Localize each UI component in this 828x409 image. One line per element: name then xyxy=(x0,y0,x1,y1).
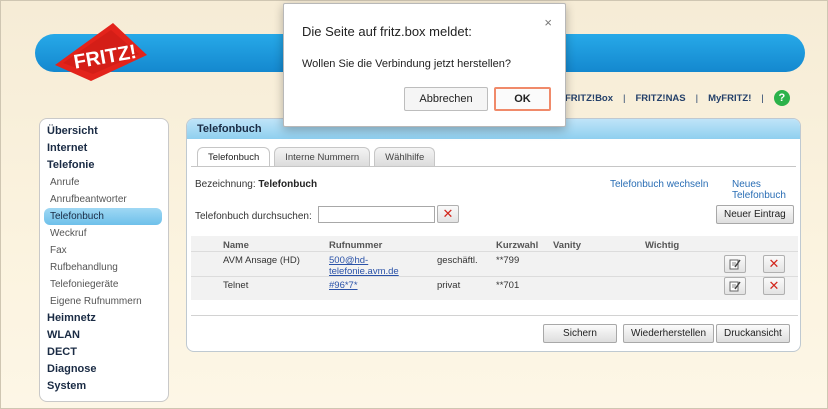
sidebar-item-diagnose[interactable]: Diagnose xyxy=(40,361,168,378)
phonebook-panel: Telefonbuch Telefonbuch Interne Nummern … xyxy=(186,118,801,352)
switch-phonebook-link[interactable]: Telefonbuch wechseln xyxy=(610,179,708,190)
delete-icon: ✕ xyxy=(768,278,780,293)
sidebar-item-telefonbuch[interactable]: Telefonbuch xyxy=(44,208,162,225)
row2-number[interactable]: #96*7* xyxy=(329,280,358,291)
row2-name: Telnet xyxy=(223,280,249,291)
sidebar-item-eigene-rufnummern[interactable]: Eigene Rufnummern xyxy=(40,293,168,310)
tab-telefonbuch[interactable]: Telefonbuch xyxy=(197,147,271,166)
help-icon[interactable]: ? xyxy=(773,90,790,106)
cancel-button[interactable]: Abbrechen xyxy=(404,87,488,111)
row1-kurzwahl: **799 xyxy=(496,255,520,266)
tab-interne-nummern[interactable]: Interne Nummern xyxy=(274,147,371,166)
sidebar-item-telefonie[interactable]: Telefonie xyxy=(40,157,168,174)
row1-edit-button[interactable] xyxy=(724,255,746,273)
sidebar-item-weckruf[interactable]: Weckruf xyxy=(40,225,168,242)
delete-icon: ✕ xyxy=(768,256,780,271)
nav-myfritz-link[interactable]: MyFRITZ! xyxy=(708,93,751,104)
row1-type: geschäftl. xyxy=(437,255,478,266)
edit-icon xyxy=(729,259,741,270)
bezeichnung-label: Bezeichnung: xyxy=(195,179,256,190)
top-navigation: FRITZ!Box | FRITZ!NAS | MyFRITZ! | ? xyxy=(565,90,790,106)
confirm-dialog: Die Seite auf fritz.box meldet: × Wollen… xyxy=(283,3,566,127)
table-header-divider xyxy=(191,251,798,252)
edit-icon xyxy=(729,281,741,292)
row1-name: AVM Ansage (HD) xyxy=(223,255,300,266)
table-row-divider xyxy=(191,276,798,277)
fritz-logo: FRITZ! xyxy=(55,23,147,81)
ok-button[interactable]: OK xyxy=(494,87,551,111)
sidebar-item-fax[interactable]: Fax xyxy=(40,242,168,259)
sidebar-item-wlan[interactable]: WLAN xyxy=(40,327,168,344)
nav-separator: | xyxy=(761,92,764,104)
row1-number-line1[interactable]: 500@hd- xyxy=(329,255,368,266)
sidebar-item-dect[interactable]: DECT xyxy=(40,344,168,361)
new-phonebook-link[interactable]: Neues Telefonbuch xyxy=(732,179,800,201)
sidebar-item-system[interactable]: System xyxy=(40,378,168,395)
bezeichnung-value: Telefonbuch xyxy=(258,179,318,190)
tab-bar: Telefonbuch Interne Nummern Wählhilfe xyxy=(197,147,436,166)
dialog-message: Wollen Sie die Verbindung jetzt herstell… xyxy=(302,58,511,70)
row2-edit-button[interactable] xyxy=(724,277,746,295)
tab-divider xyxy=(191,166,796,167)
row2-delete-button[interactable]: ✕ xyxy=(763,277,785,295)
row2-type: privat xyxy=(437,280,461,291)
restore-button[interactable]: Wiederherstellen xyxy=(623,324,715,343)
sidebar-item-internet[interactable]: Internet xyxy=(40,140,168,157)
close-icon: ✕ xyxy=(442,206,454,221)
nav-fritzbox-link[interactable]: FRITZ!Box xyxy=(565,93,613,104)
save-button[interactable]: Sichern xyxy=(543,324,617,343)
tab-waehlhilfe[interactable]: Wählhilfe xyxy=(374,147,436,166)
phonebook-table xyxy=(191,236,798,300)
sidebar-item-anrufbeantworter[interactable]: Anrufbeantworter xyxy=(40,191,168,208)
clear-search-button[interactable]: ✕ xyxy=(437,205,459,223)
column-header-wichtig: Wichtig xyxy=(645,240,680,251)
sidebar-item-rufbehandlung[interactable]: Rufbehandlung xyxy=(40,259,168,276)
close-icon[interactable]: × xyxy=(544,15,552,30)
row1-delete-button[interactable]: ✕ xyxy=(763,255,785,273)
nav-separator: | xyxy=(623,92,626,104)
nav-fritznas-link[interactable]: FRITZ!NAS xyxy=(636,93,686,104)
dialog-title: Die Seite auf fritz.box meldet: xyxy=(302,24,472,39)
search-label: Telefonbuch durchsuchen: xyxy=(195,211,312,222)
column-header-rufnummer: Rufnummer xyxy=(329,240,383,251)
search-input[interactable] xyxy=(318,206,435,223)
bottom-divider xyxy=(191,315,798,316)
column-header-kurzwahl: Kurzwahl xyxy=(496,240,539,251)
sidebar-item-telefoniegeraete[interactable]: Telefoniegeräte xyxy=(40,276,168,293)
row2-kurzwahl: **701 xyxy=(496,280,520,291)
phonebook-name: Bezeichnung: Telefonbuch xyxy=(195,179,317,190)
nav-separator: | xyxy=(695,92,699,104)
new-entry-button[interactable]: Neuer Eintrag xyxy=(716,205,794,224)
sidebar-item-anrufe[interactable]: Anrufe xyxy=(40,174,168,191)
sidebar-item-heimnetz[interactable]: Heimnetz xyxy=(40,310,168,327)
sidebar-item-uebersicht[interactable]: Übersicht xyxy=(40,123,168,140)
column-header-name: Name xyxy=(223,240,249,251)
print-view-button[interactable]: Druckansicht xyxy=(716,324,790,343)
sidebar-menu: Übersicht Internet Telefonie Anrufe Anru… xyxy=(39,118,169,402)
column-header-vanity: Vanity xyxy=(553,240,581,251)
